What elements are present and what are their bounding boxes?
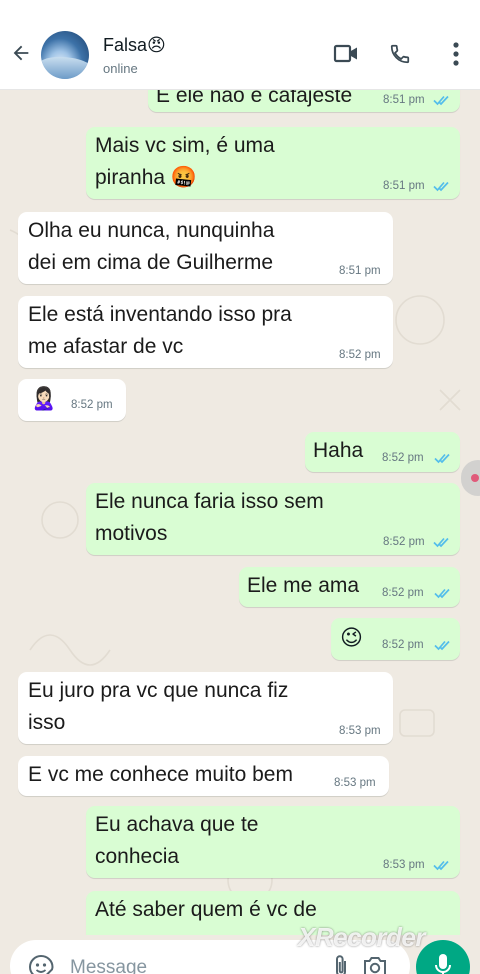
message-time: 8:53 pm — [334, 777, 376, 789]
read-receipt-icon — [433, 537, 449, 548]
message-time: 8:51 pm — [383, 180, 425, 192]
read-receipt-icon — [433, 95, 449, 106]
message-time: 8:51 pm — [383, 94, 425, 106]
message-bubble-outgoing[interactable]: 😉 8:52 pm — [331, 618, 460, 660]
more-options-icon[interactable] — [448, 41, 464, 67]
message-time: 8:53 pm — [383, 859, 425, 871]
message-bubble-incoming[interactable]: Olha eu nunca, nunquinha dei em cima de … — [18, 212, 393, 284]
emoji-message: 🙎🏻‍♀️ — [30, 386, 58, 411]
video-call-icon[interactable] — [333, 43, 359, 65]
message-line: dei em cima de Guilherme — [28, 251, 274, 274]
message-line: conhecia — [95, 845, 180, 868]
message-bubble-incoming[interactable]: E vc me conhece muito bem 8:53 pm — [18, 756, 389, 796]
message-time: 8:52 pm — [339, 349, 381, 361]
recorder-watermark: XRecorder — [298, 922, 426, 952]
message-line: Ele nunca faria isso sem — [95, 490, 324, 513]
message-time: 8:52 pm — [382, 639, 424, 651]
message-bubble-incoming[interactable]: Ele está inventando isso pra me afastar … — [18, 296, 393, 368]
sticker-icon[interactable] — [28, 954, 54, 974]
message-bubble-outgoing[interactable]: Ele me ama 8:52 pm — [239, 567, 460, 607]
message-time: 8:52 pm — [71, 399, 113, 411]
chat-header: Falsa😠 online — [0, 0, 480, 90]
message-time: 8:52 pm — [383, 536, 425, 548]
message-text: E vc me conhece muito bem — [28, 763, 293, 786]
message-line: Mais vc sim, é uma — [95, 134, 275, 157]
read-receipt-icon — [434, 588, 450, 599]
message-line: Ele está inventando isso pra — [28, 303, 292, 326]
voice-call-icon[interactable] — [389, 43, 411, 65]
contact-name[interactable]: Falsa😠 — [103, 35, 166, 56]
message-bubble-outgoing[interactable]: Mais vc sim, é uma piranha 🤬 8:51 pm — [86, 127, 460, 199]
chat-area[interactable]: É ele não é cafajeste 8:51 pm Mais vc si… — [0, 90, 480, 935]
message-bubble-outgoing[interactable]: Ele nunca faria isso sem motivos 8:52 pm — [86, 483, 460, 555]
avatar[interactable] — [41, 31, 89, 79]
message-bubble-incoming[interactable]: 🙎🏻‍♀️ 8:52 pm — [18, 379, 126, 421]
read-receipt-icon — [433, 181, 449, 192]
camera-icon[interactable] — [362, 954, 388, 974]
message-line: piranha 🤬 — [95, 166, 198, 189]
emoji-message: 😉 — [340, 625, 363, 650]
message-line: Eu juro pra vc que nunca fiz — [28, 679, 289, 702]
message-bubble-incoming[interactable]: Eu juro pra vc que nunca fiz isso 8:53 p… — [18, 672, 393, 744]
message-bubble-outgoing[interactable]: Haha 8:52 pm — [305, 432, 460, 472]
message-line: Olha eu nunca, nunquinha — [28, 219, 275, 242]
attach-icon[interactable] — [332, 953, 350, 974]
message-time: 8:52 pm — [382, 587, 424, 599]
message-line: isso — [28, 711, 66, 734]
message-text: É ele não é cafajeste — [156, 90, 353, 107]
message-time: 8:51 pm — [339, 265, 381, 277]
contact-status: online — [103, 61, 138, 76]
message-text: Até saber quem é vc de — [95, 898, 317, 921]
read-receipt-icon — [434, 640, 450, 651]
back-arrow-icon[interactable] — [10, 42, 32, 64]
message-line: me afastar de vc — [28, 335, 184, 358]
mic-icon — [435, 954, 451, 974]
message-bubble-outgoing[interactable]: É ele não é cafajeste 8:51 pm — [148, 90, 460, 112]
message-bubble-outgoing[interactable]: Eu achava que te conhecia 8:53 pm — [86, 806, 460, 878]
message-line: Eu achava que te — [95, 813, 259, 836]
message-text: Ele me ama — [247, 574, 360, 597]
message-placeholder: Message — [70, 957, 148, 974]
read-receipt-icon — [433, 860, 449, 871]
read-receipt-icon — [434, 453, 450, 464]
message-time: 8:53 pm — [339, 725, 381, 737]
message-line: motivos — [95, 522, 168, 545]
message-time: 8:52 pm — [382, 452, 424, 464]
message-text: Haha — [313, 439, 364, 462]
